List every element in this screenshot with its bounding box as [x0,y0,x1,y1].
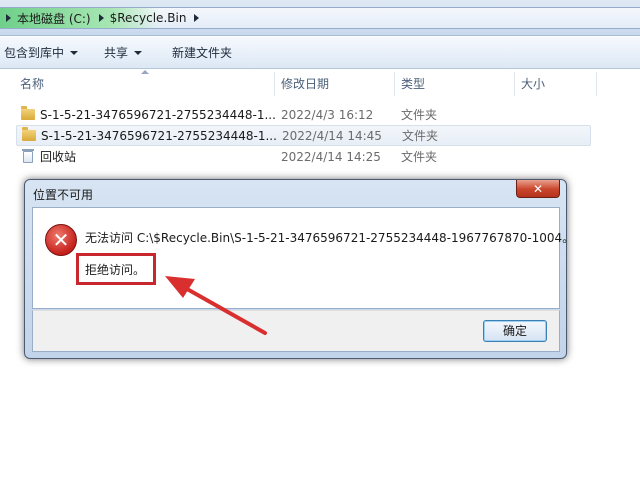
file-name: 回收站 [40,150,77,164]
column-header-row: 名称 修改日期 类型 大小 [0,70,640,98]
dialog-content: ✕ 无法访问 C:\$Recycle.Bin\S-1-5-21-34765967… [32,207,574,309]
sort-ascending-icon [141,70,149,74]
include-in-library-label: 包含到库中 [4,46,65,60]
dialog-title: 位置不可用 [33,188,94,202]
new-folder-label: 新建文件夹 [172,46,233,60]
file-type: 文件夹 [401,150,438,164]
dialog-footer: 确定 [32,310,560,352]
share-label: 共享 [104,46,129,60]
column-divider[interactable] [274,72,275,96]
list-item[interactable]: S-1-5-21-3476596721-2755234448-1... 2022… [16,125,591,146]
breadcrumb-item-recycle-bin[interactable]: $Recycle.Bin [110,11,187,25]
chevron-right-icon[interactable] [194,14,200,22]
address-bar: 本地磁盘 (C:) $Recycle.Bin [0,0,640,36]
address-field[interactable]: 本地磁盘 (C:) $Recycle.Bin [0,7,640,29]
file-name: S-1-5-21-3476596721-2755234448-1... [40,107,276,122]
access-denied-text: 拒绝访问。 [85,263,146,277]
folder-icon [22,127,36,141]
column-header-size[interactable]: 大小 [517,70,545,98]
ok-button[interactable]: 确定 [483,320,547,342]
column-divider[interactable] [596,72,597,96]
command-bar: 包含到库中 共享 新建文件夹 [0,37,640,69]
include-in-library-button[interactable]: 包含到库中 [0,44,79,61]
folder-icon [21,106,35,120]
column-header-date[interactable]: 修改日期 [277,70,329,98]
chevron-right-icon[interactable] [6,14,11,22]
breadcrumb: 本地磁盘 (C:) $Recycle.Bin [4,10,205,26]
new-folder-button[interactable]: 新建文件夹 [168,44,232,61]
error-dialog: 位置不可用 ✕ ✕ 无法访问 C:\$Recycle.Bin\S-1-5-21-… [24,179,574,359]
file-type: 文件夹 [401,108,438,122]
error-icon: ✕ [45,224,77,256]
chevron-down-icon [70,50,79,55]
error-message: 无法访问 C:\$Recycle.Bin\S-1-5-21-3476596721… [85,231,575,245]
close-icon: ✕ [532,181,544,196]
file-date: 2022/4/3 16:12 [281,107,374,122]
recycle-bin-icon [22,148,34,163]
list-item[interactable]: S-1-5-21-3476596721-2755234448-1... 2022… [16,104,591,125]
file-date: 2022/4/14 14:45 [282,128,382,143]
list-item[interactable]: 回收站 2022/4/14 14:25 文件夹 [16,146,591,167]
column-divider[interactable] [394,72,395,96]
share-button[interactable]: 共享 [100,44,143,61]
file-type: 文件夹 [402,129,439,143]
column-header-type[interactable]: 类型 [397,70,425,98]
chevron-down-icon [134,50,143,55]
close-button[interactable]: ✕ [516,180,560,198]
column-header-name[interactable]: 名称 [16,70,44,98]
column-divider[interactable] [514,72,515,96]
file-name: S-1-5-21-3476596721-2755234448-1... [41,128,277,143]
file-date: 2022/4/14 14:25 [281,149,381,164]
chevron-right-icon[interactable] [98,14,104,22]
breadcrumb-item-drive[interactable]: 本地磁盘 (C:) [17,10,91,27]
